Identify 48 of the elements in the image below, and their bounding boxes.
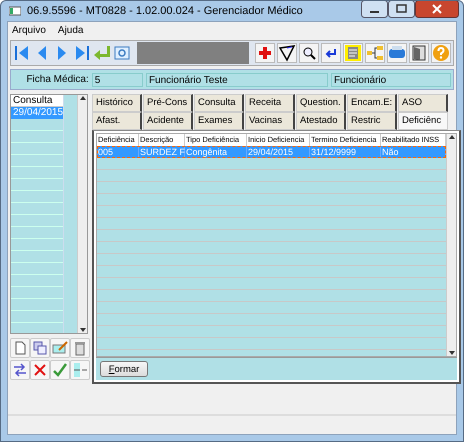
trash-icon[interactable]: [70, 338, 90, 358]
text-field[interactable]: 5: [92, 72, 143, 86]
tab[interactable]: Pré-Cons: [143, 94, 193, 112]
maximize-button[interactable]: [388, 1, 415, 18]
app-icon: [9, 6, 21, 16]
blank-page-icon[interactable]: [10, 338, 30, 358]
scroll-down-icon[interactable]: [80, 328, 86, 332]
first-record-icon[interactable]: [13, 44, 31, 62]
edit-icon[interactable]: [50, 338, 70, 358]
tab[interactable]: Exames: [194, 112, 244, 130]
tab[interactable]: Vacinas: [245, 112, 295, 130]
scroll-up-icon[interactable]: [448, 135, 454, 139]
door-icon[interactable]: [410, 44, 428, 62]
menu-item[interactable]: Ajuda: [58, 25, 84, 36]
column-header: Consulta: [11, 95, 63, 107]
scrollbar[interactable]: [77, 95, 87, 333]
tab[interactable]: Consulta: [194, 94, 244, 112]
swap-icon[interactable]: [10, 360, 30, 380]
copy-icon[interactable]: [30, 338, 50, 358]
field-label: Ficha Médica:: [25, 74, 89, 85]
tab[interactable]: Question.: [296, 94, 346, 112]
text-field[interactable]: Funcionário Teste: [146, 72, 328, 86]
close-button[interactable]: [415, 1, 459, 18]
plus-icon[interactable]: [256, 44, 274, 62]
tab[interactable]: Receita: [245, 94, 295, 112]
tab[interactable]: Atestado: [296, 112, 346, 130]
menu-item[interactable]: Arquivo: [12, 25, 46, 36]
tab[interactable]: Restric: [347, 112, 397, 130]
insert-icon[interactable]: [70, 360, 90, 380]
text-field[interactable]: Funcionário: [330, 72, 451, 86]
tab[interactable]: Encam.E:: [347, 94, 397, 112]
tab[interactable]: Afast.: [92, 112, 142, 130]
tab[interactable]: ASO: [398, 94, 448, 112]
delete-icon[interactable]: [30, 360, 50, 380]
window-title: 06.9.5596 - MT0828 - 1.02.00.024 - Gerenciador Médico: [27, 5, 304, 17]
tree-icon[interactable]: [366, 44, 384, 62]
tab[interactable]: Histórico: [92, 94, 142, 112]
scroll-up-icon[interactable]: [80, 96, 86, 100]
scroll-down-icon[interactable]: [448, 351, 454, 355]
check-icon[interactable]: [50, 360, 70, 380]
format-button[interactable]: Formar: [100, 361, 148, 377]
tab[interactable]: Acidente: [143, 112, 193, 130]
filter-icon[interactable]: [278, 44, 296, 62]
preview-icon[interactable]: [113, 44, 131, 62]
scrollbar[interactable]: [446, 134, 456, 356]
last-record-icon[interactable]: [73, 44, 91, 62]
tab[interactable]: Deficiênc: [398, 112, 448, 130]
minimize-button[interactable]: [361, 1, 388, 18]
